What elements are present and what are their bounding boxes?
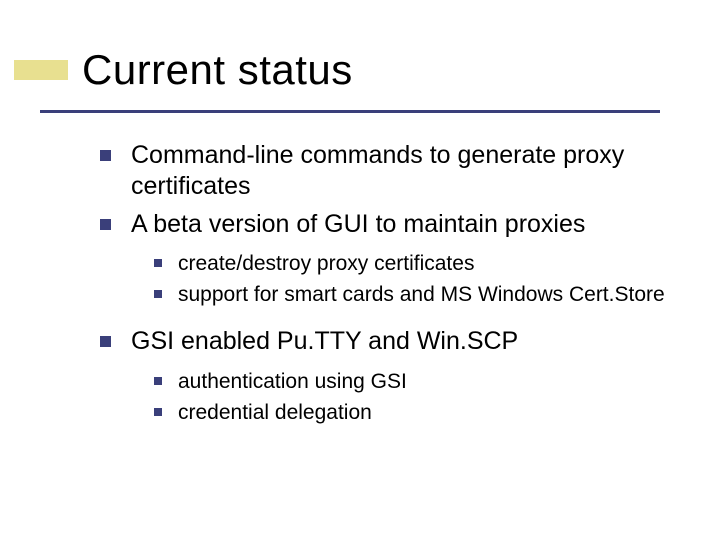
bullet-level1: Command-line commands to generate proxy … — [100, 140, 670, 203]
bullet-level1: GSI enabled Pu.TTY and Win.SCP — [100, 326, 670, 357]
bullet-level2: support for smart cards and MS Windows C… — [154, 281, 670, 308]
bullet-level2: credential delegation — [154, 399, 670, 426]
square-bullet-icon — [100, 219, 111, 230]
title-accent-box — [14, 60, 68, 80]
bullet-level1: A beta version of GUI to maintain proxie… — [100, 209, 670, 240]
bullet-text: create/destroy proxy certificates — [178, 250, 474, 277]
square-bullet-icon — [154, 259, 162, 267]
bullet-text: authentication using GSI — [178, 368, 407, 395]
slide-body: Command-line commands to generate proxy … — [100, 140, 670, 444]
bullet-text: A beta version of GUI to maintain proxie… — [131, 209, 585, 240]
bullet-text: credential delegation — [178, 399, 372, 426]
slide: Current status Command-line commands to … — [0, 0, 720, 540]
bullet-text: GSI enabled Pu.TTY and Win.SCP — [131, 326, 518, 357]
bullet-level2: create/destroy proxy certificates — [154, 250, 670, 277]
sub-bullet-group: authentication using GSI credential dele… — [154, 368, 670, 427]
sub-bullet-group: create/destroy proxy certificates suppor… — [154, 250, 670, 309]
bullet-text: Command-line commands to generate proxy … — [131, 140, 670, 203]
square-bullet-icon — [100, 150, 111, 161]
slide-title: Current status — [82, 46, 353, 94]
title-underline — [40, 110, 660, 113]
bullet-text: support for smart cards and MS Windows C… — [178, 281, 665, 308]
square-bullet-icon — [154, 377, 162, 385]
square-bullet-icon — [154, 408, 162, 416]
square-bullet-icon — [100, 336, 111, 347]
square-bullet-icon — [154, 290, 162, 298]
bullet-level2: authentication using GSI — [154, 368, 670, 395]
